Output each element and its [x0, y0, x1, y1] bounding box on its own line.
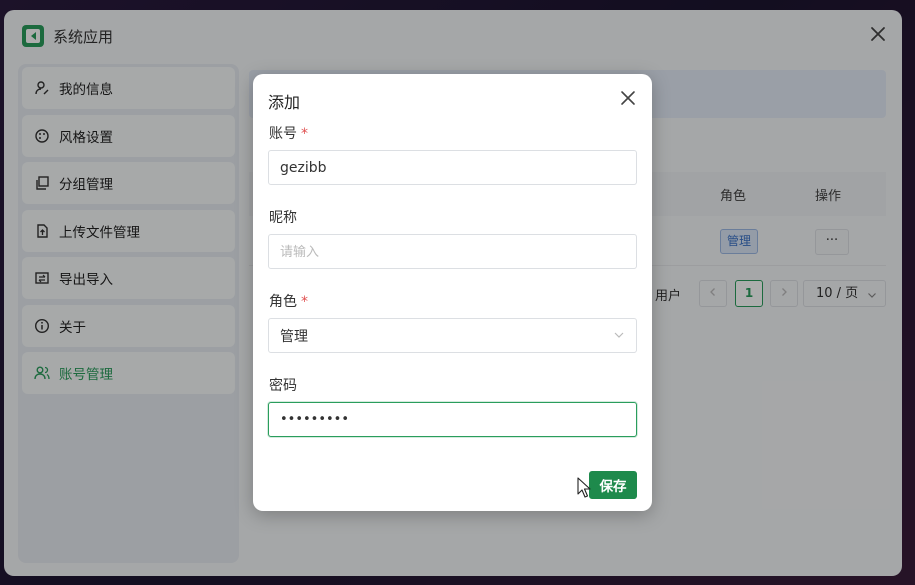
role-select[interactable]: 管理 [268, 318, 637, 353]
password-input[interactable]: ••••••••• [268, 402, 637, 437]
account-label-text: 账号 [269, 126, 297, 142]
required-mark: * [301, 126, 308, 142]
account-label: 账号 * [269, 123, 308, 143]
account-input[interactable] [268, 150, 637, 185]
add-account-dialog: 添加 账号* 昵称 角色* 管理 密码 ••••••••• 保存 [253, 74, 652, 511]
nickname-input[interactable] [268, 234, 637, 269]
role-select-value: 管理 [280, 328, 308, 345]
mouse-cursor-icon [577, 477, 591, 498]
password-value: ••••••••• [280, 412, 350, 427]
close-icon[interactable] [620, 90, 636, 106]
chevron-down-icon [614, 332, 624, 338]
save-button[interactable]: 保存 [589, 471, 637, 499]
role-label-text: 角色 [269, 294, 297, 310]
required-mark: * [301, 294, 308, 310]
password-label: 密码 [269, 378, 297, 394]
nickname-label: 昵称 [269, 210, 297, 226]
role-label: 角色 * [269, 291, 308, 311]
dialog-title: 添加 [268, 93, 301, 112]
